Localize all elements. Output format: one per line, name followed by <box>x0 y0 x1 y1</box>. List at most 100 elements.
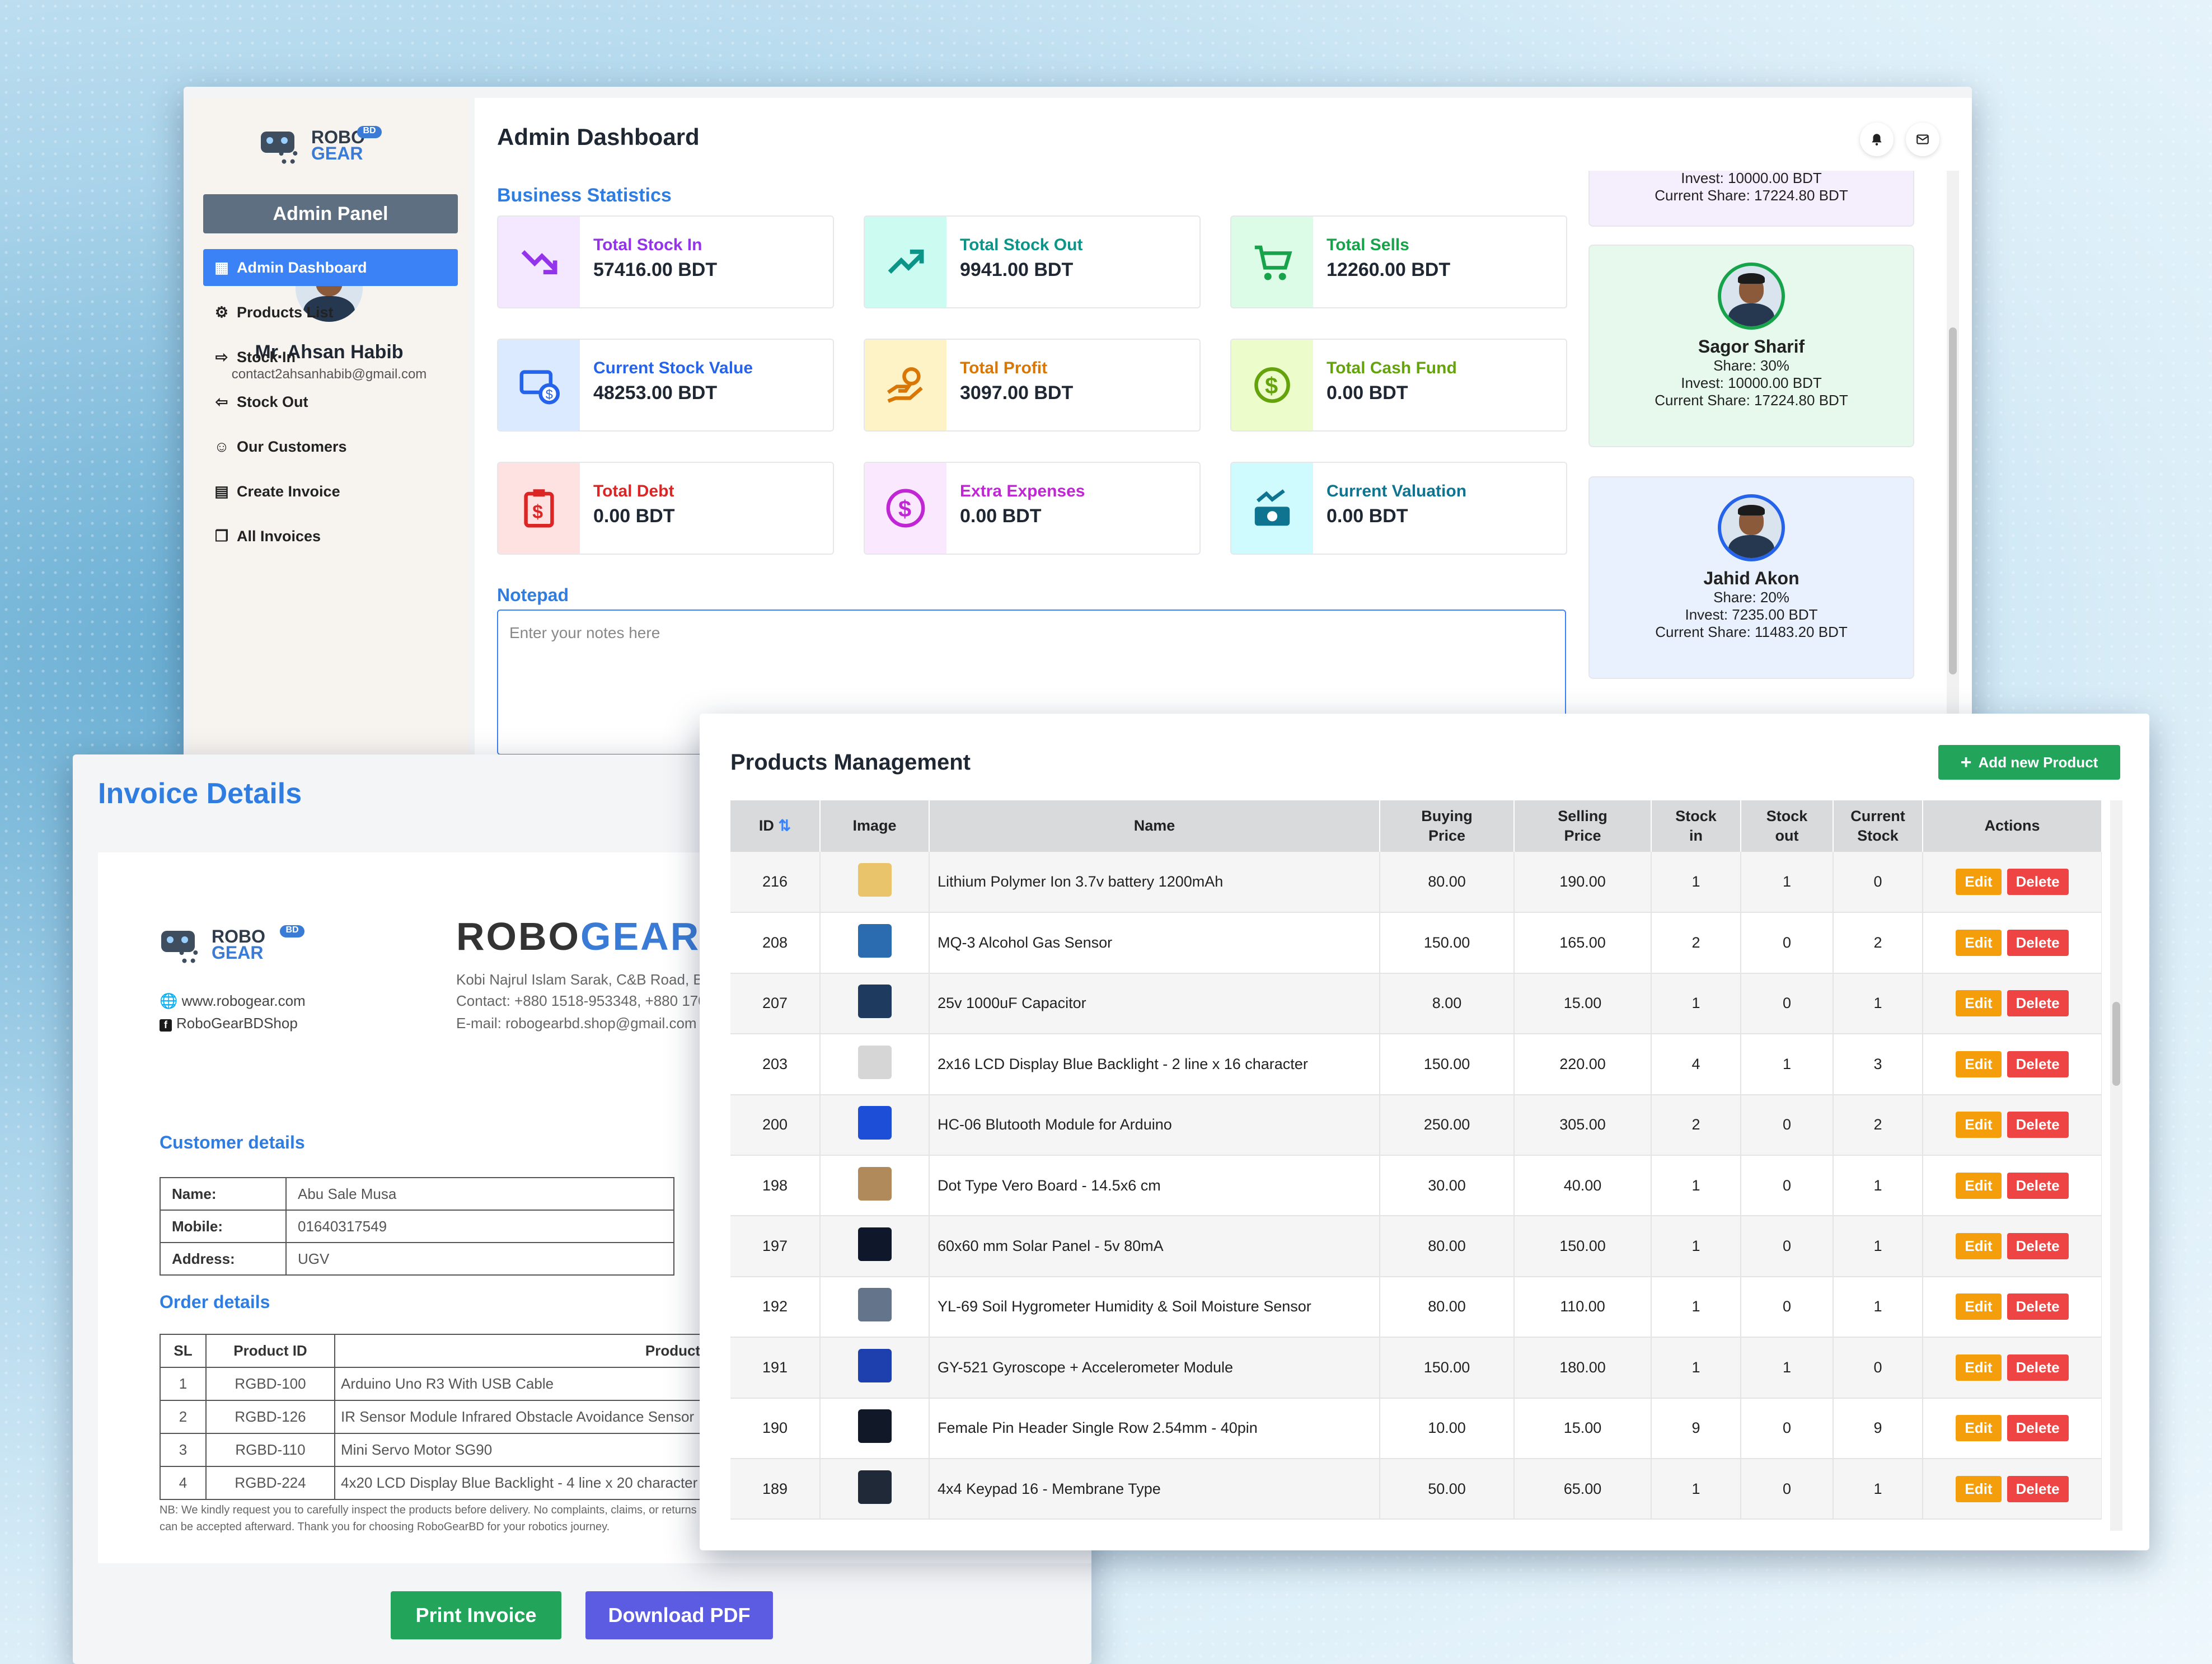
sidebar-item-all-invoices[interactable]: ❐ All Invoices <box>203 518 458 555</box>
boxes-icon: ⚙ <box>214 303 229 321</box>
delete-button[interactable]: Delete <box>2007 930 2069 957</box>
sidebar: ROBO GEAR BD Admin Panel Mr. Ahsan Habib … <box>189 98 469 758</box>
order-sl: 2 <box>160 1400 207 1434</box>
header-id[interactable]: ID ⇅ <box>730 800 821 852</box>
dollar-circle-icon: $ <box>865 463 946 554</box>
partner-current-share: Current Share: 17224.80 BDT <box>1655 392 1848 409</box>
product-id: 192 <box>730 1276 821 1338</box>
print-invoice-button[interactable]: Print Invoice <box>391 1591 561 1639</box>
product-actions: Edit Delete <box>1923 1398 2102 1459</box>
sort-icon[interactable]: ⇅ <box>778 817 791 834</box>
stat-text: Total Profit 3097.00 BDT <box>946 340 1073 430</box>
stat-label: Extra Expenses <box>960 482 1085 500</box>
edit-button[interactable]: Edit <box>1956 869 2002 896</box>
delete-button[interactable]: Delete <box>2007 1112 2069 1138</box>
notification-bell-button[interactable] <box>1860 123 1894 156</box>
product-actions: Edit Delete <box>1923 1094 2102 1156</box>
facebook-icon: f <box>160 1019 172 1032</box>
svg-text:$: $ <box>532 501 543 523</box>
mail-button[interactable] <box>1906 123 1939 156</box>
sidebar-item-products-list[interactable]: ⚙ Products List <box>203 294 458 331</box>
products-table: ID ⇅ Image Name Buying Price Selling Pri… <box>730 800 2102 1520</box>
coin-cycle-icon: $ <box>1231 340 1313 430</box>
product-id: 190 <box>730 1398 821 1459</box>
hand-coin-icon <box>865 340 946 430</box>
svg-text:$: $ <box>898 496 911 522</box>
customer-row: Name: Abu Sale Musa <box>160 1177 674 1211</box>
products-scrollbar[interactable] <box>2110 800 2122 1531</box>
edit-button[interactable]: Edit <box>1956 930 2002 957</box>
arrow-out-icon: ⇦ <box>215 393 228 410</box>
edit-button[interactable]: Edit <box>1956 990 2002 1017</box>
customer-row: Mobile: 01640317549 <box>160 1210 674 1243</box>
table-row: 190 Female Pin Header Single Row 2.54mm -… <box>730 1398 2102 1459</box>
product-selling-price: 65.00 <box>1514 1458 1652 1520</box>
customer-table: Name: Abu Sale Musa Mobile: 01640317549 Addr… <box>160 1177 674 1276</box>
product-name: 25v 1000uF Capacitor <box>929 973 1380 1035</box>
partner-avatar <box>1718 494 1785 561</box>
add-new-product-button[interactable]: + Add new Product <box>1938 745 2120 780</box>
customer-row: Address: UGV <box>160 1242 674 1276</box>
delete-button[interactable]: Delete <box>2007 869 2069 896</box>
partner-invest: Invest: 10000.00 BDT <box>1681 171 1822 186</box>
invoice-note: NB: We kindly request you to carefully i… <box>160 1504 697 1533</box>
partner-current-share: Current Share: 11483.20 BDT <box>1655 624 1848 640</box>
product-actions: Edit Delete <box>1923 912 2102 974</box>
edit-button[interactable]: Edit <box>1956 1293 2002 1320</box>
edit-button[interactable]: Edit <box>1956 1051 2002 1077</box>
product-selling-price: 180.00 <box>1514 1337 1652 1399</box>
edit-button[interactable]: Edit <box>1956 1233 2002 1260</box>
brand-badge: BD <box>357 126 382 138</box>
delete-button[interactable]: Delete <box>2007 990 2069 1017</box>
sidebar-item-create-invoice[interactable]: ▤ Create Invoice <box>203 473 458 510</box>
stat-card-total-profit: Total Profit 3097.00 BDT <box>864 339 1201 432</box>
product-selling-price: 150.00 <box>1514 1216 1652 1277</box>
delete-button[interactable]: Delete <box>2007 1051 2069 1077</box>
trend-down-icon <box>498 217 580 307</box>
edit-button[interactable]: Edit <box>1956 1172 2002 1199</box>
sidebar-item-stock-out[interactable]: ⇦ Stock Out <box>203 383 458 420</box>
edit-button[interactable]: Edit <box>1956 1354 2002 1381</box>
stat-text: Total Debt 0.00 BDT <box>580 463 675 554</box>
product-buying-price: 150.00 <box>1380 1337 1515 1399</box>
delete-button[interactable]: Delete <box>2007 1354 2069 1381</box>
product-stock-in: 9 <box>1651 1398 1741 1459</box>
product-id: 208 <box>730 912 821 974</box>
delete-button[interactable]: Delete <box>2007 1475 2069 1502</box>
delete-button[interactable]: Delete <box>2007 1172 2069 1199</box>
edit-button[interactable]: Edit <box>1956 1415 2002 1442</box>
product-stock-in: 1 <box>1651 1458 1741 1520</box>
partner-scrollbar[interactable] <box>1947 171 1959 758</box>
table-row: 208 MQ-3 Alcohol Gas Sensor 150.00 165.00 2 0… <box>730 912 2102 974</box>
customer-field-value: 01640317549 <box>285 1210 674 1243</box>
sidebar-item-our-customers[interactable]: ☺ Our Customers <box>203 428 458 465</box>
header-selling-price: Selling Price <box>1514 800 1652 852</box>
product-buying-price: 80.00 <box>1380 1216 1515 1277</box>
header-buying-price: Buying Price <box>1380 800 1515 852</box>
product-buying-price: 150.00 <box>1380 912 1515 974</box>
scrollbar-thumb[interactable] <box>2112 1002 2120 1086</box>
product-current-stock: 0 <box>1833 1337 1923 1399</box>
product-current-stock: 1 <box>1833 1216 1923 1277</box>
product-selling-price: 15.00 <box>1514 1398 1652 1459</box>
delete-button[interactable]: Delete <box>2007 1415 2069 1442</box>
scrollbar-thumb[interactable] <box>1949 327 1957 674</box>
order-details-title: Order details <box>160 1292 270 1312</box>
sidebar-item-admin-dashboard[interactable]: ▦ Admin Dashboard <box>203 249 458 286</box>
stat-value: 57416.00 BDT <box>593 259 718 280</box>
product-image-cell <box>820 1216 930 1277</box>
invoice-email: E-mail: robogearbd.shop@gmail.com <box>456 1015 697 1032</box>
product-actions: Edit Delete <box>1923 973 2102 1035</box>
sidebar-item-stock-in[interactable]: ⇨ Stock In <box>203 339 458 376</box>
order-sl: 1 <box>160 1367 207 1401</box>
trend-up-icon <box>865 217 946 307</box>
order-header-sl: SL <box>160 1334 207 1368</box>
product-selling-price: 40.00 <box>1514 1155 1652 1217</box>
delete-button[interactable]: Delete <box>2007 1233 2069 1260</box>
edit-button[interactable]: Edit <box>1956 1112 2002 1138</box>
product-stock-in: 1 <box>1651 1155 1741 1217</box>
edit-button[interactable]: Edit <box>1956 1475 2002 1502</box>
products-table-wrap: ID ⇅ Image Name Buying Price Selling Pri… <box>730 800 2102 1531</box>
download-pdf-button[interactable]: Download PDF <box>585 1591 773 1639</box>
delete-button[interactable]: Delete <box>2007 1293 2069 1320</box>
